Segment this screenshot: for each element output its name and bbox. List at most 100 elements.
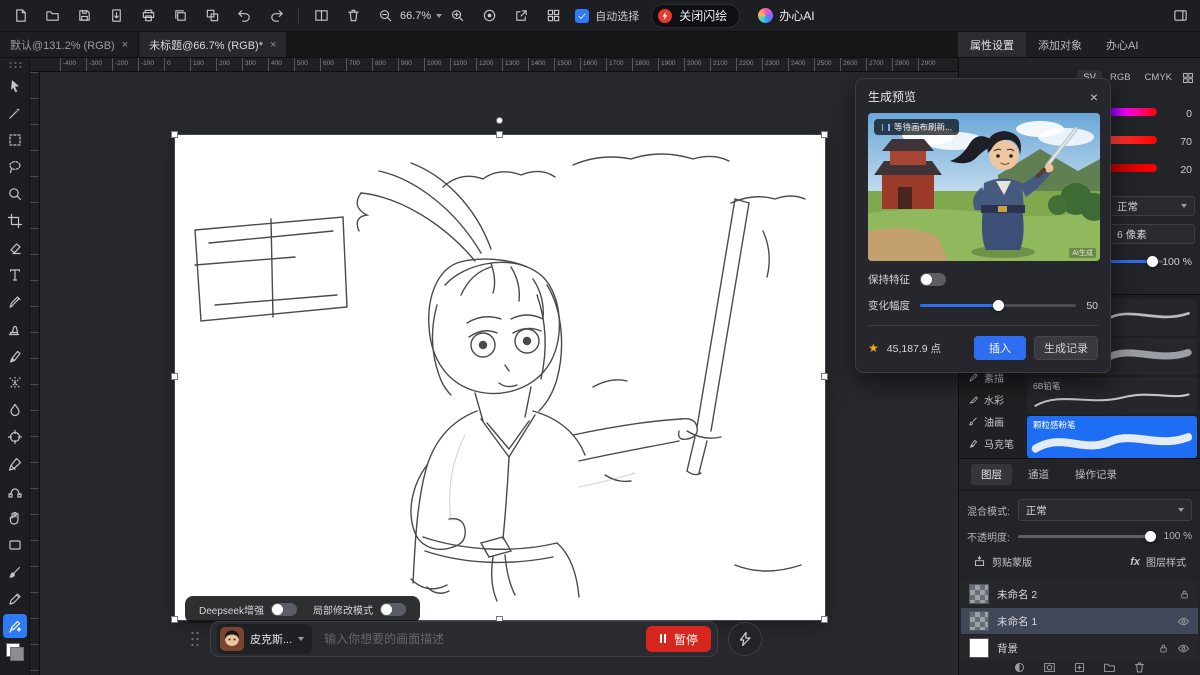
preview-close-button[interactable]: × <box>1090 90 1098 104</box>
close-flash-button[interactable]: 关闭闪绘 <box>651 4 740 28</box>
variation-slider[interactable] <box>920 304 1076 307</box>
delete-layer-button[interactable] <box>1133 661 1146 674</box>
move-tool[interactable] <box>3 74 27 98</box>
selection-handle[interactable] <box>821 131 828 138</box>
deepseek-enhance-toggle[interactable] <box>271 603 297 616</box>
rotate-handle[interactable] <box>496 117 503 124</box>
copy-button[interactable] <box>170 6 190 26</box>
clipping-mask-button[interactable]: 剪贴蒙版 <box>973 554 1032 569</box>
doc-tab-default[interactable]: 默认@131.2% (RGB) × <box>0 32 139 57</box>
selection-handle[interactable] <box>496 131 503 138</box>
duplicate-button[interactable] <box>202 6 222 26</box>
palette-grid-button[interactable] <box>1182 72 1194 84</box>
doc-tab-untitled[interactable]: 未标题@66.7% (RGB)* × <box>139 32 287 57</box>
adjustment-button[interactable] <box>1013 661 1026 674</box>
brush-category-watercolor[interactable]: 水彩 <box>959 388 1026 410</box>
split-view-button[interactable] <box>311 6 331 26</box>
fill-tool[interactable] <box>3 425 27 449</box>
generation-history-button[interactable]: 生成记录 <box>1034 336 1098 360</box>
palette-grip[interactable] <box>8 61 22 69</box>
new-layer-button[interactable] <box>1073 661 1086 674</box>
zoom-tool[interactable] <box>3 182 27 206</box>
brush-category-oil[interactable]: 油画 <box>959 410 1026 432</box>
color-swatches[interactable] <box>6 643 24 661</box>
save-button[interactable] <box>74 6 94 26</box>
brush-opacity-slider[interactable] <box>1109 260 1163 263</box>
eye-icon[interactable] <box>1177 642 1190 655</box>
layer-style-button[interactable]: fx 图层样式 <box>1130 554 1186 569</box>
brush-item-grain-chalk[interactable]: 颗粒感粉笔 <box>1027 416 1197 458</box>
clone-stamp-tool[interactable] <box>3 317 27 341</box>
crop-tool[interactable] <box>3 209 27 233</box>
lock-icon[interactable] <box>1179 589 1190 600</box>
layer-row-selected[interactable]: 未命名 1 <box>961 608 1198 634</box>
layer-row[interactable]: 未命名 2 <box>961 581 1198 607</box>
tab-channels[interactable]: 通道 <box>1018 464 1059 485</box>
text-tool[interactable] <box>3 263 27 287</box>
insert-button[interactable]: 插入 <box>974 336 1026 360</box>
background-color[interactable] <box>10 647 24 661</box>
delete-button[interactable] <box>343 6 363 26</box>
group-button[interactable] <box>1103 661 1116 674</box>
record-button[interactable] <box>479 6 499 26</box>
curve-tool[interactable] <box>3 479 27 503</box>
pencil-tool[interactable] <box>3 587 27 611</box>
panel-layout-button[interactable] <box>1170 6 1190 26</box>
new-file-button[interactable] <box>10 6 30 26</box>
apps-grid-button[interactable] <box>543 6 563 26</box>
brush-size-field[interactable]: 6 像素 <box>1109 224 1195 244</box>
variation-knob[interactable] <box>993 300 1004 311</box>
eraser-tool[interactable] <box>3 236 27 260</box>
undo-button[interactable] <box>234 6 254 26</box>
brush-blend-select[interactable]: 正常 <box>1109 196 1195 216</box>
keep-features-toggle[interactable] <box>920 273 946 286</box>
quick-generate-button[interactable] <box>728 622 762 656</box>
marker-tool[interactable] <box>3 344 27 368</box>
local-edit-toggle[interactable] <box>380 603 406 616</box>
share-button[interactable] <box>511 6 531 26</box>
prompt-drag-handle[interactable] <box>190 630 200 648</box>
layer-row-background[interactable]: 背景 <box>961 635 1198 661</box>
hand-tool[interactable] <box>3 506 27 530</box>
zoom-in-button[interactable] <box>447 6 467 26</box>
yixin-ai-button[interactable]: 办心AI <box>752 6 820 25</box>
export-button[interactable] <box>106 6 126 26</box>
canvas[interactable] <box>175 135 825 620</box>
opacity-knob[interactable] <box>1145 531 1156 542</box>
eye-icon[interactable] <box>1177 615 1190 628</box>
tab-add-object[interactable]: 添加对象 <box>1026 32 1094 57</box>
shape-tool[interactable] <box>3 533 27 557</box>
color-mode-cmyk[interactable]: CMYK <box>1139 70 1178 85</box>
tab-layers[interactable]: 图层 <box>971 464 1012 485</box>
tab-yixin-ai[interactable]: 办心AI <box>1094 32 1150 57</box>
spray-tool[interactable] <box>3 371 27 395</box>
selection-handle[interactable] <box>171 373 178 380</box>
blur-tool[interactable] <box>3 398 27 422</box>
prompt-input[interactable] <box>322 631 636 647</box>
tab-close-icon[interactable]: × <box>122 39 128 51</box>
tab-property-settings[interactable]: 属性设置 <box>958 32 1026 57</box>
canvas-area[interactable]: Deepseek增强 局部修改模式 <box>40 72 958 675</box>
zoom-caret-icon[interactable] <box>436 14 442 18</box>
pen-tool[interactable] <box>3 452 27 476</box>
zoom-out-button[interactable] <box>375 6 395 26</box>
lock-icon[interactable] <box>1158 643 1169 654</box>
brush-opacity-knob[interactable] <box>1147 256 1158 267</box>
auto-select-checkbox[interactable] <box>575 9 589 23</box>
preview-image[interactable]: 等待画布刷新... AI生成 <box>868 113 1100 261</box>
paintbrush-tool[interactable] <box>3 560 27 584</box>
brush-tool[interactable] <box>3 290 27 314</box>
ai-draw-tool[interactable] <box>3 614 27 638</box>
redo-button[interactable] <box>266 6 286 26</box>
magic-wand-tool[interactable] <box>3 101 27 125</box>
lasso-tool[interactable] <box>3 155 27 179</box>
marquee-select-tool[interactable] <box>3 128 27 152</box>
brush-item-6b-pencil[interactable]: 6B铅笔 <box>1027 377 1197 414</box>
selection-handle[interactable] <box>821 616 828 623</box>
style-selector[interactable]: 皮克斯... <box>217 624 312 654</box>
open-file-button[interactable] <box>42 6 62 26</box>
print-button[interactable] <box>138 6 158 26</box>
mask-button[interactable] <box>1043 661 1056 674</box>
brush-category-marker[interactable]: 马克笔 <box>959 432 1026 454</box>
tab-history[interactable]: 操作记录 <box>1065 464 1127 485</box>
